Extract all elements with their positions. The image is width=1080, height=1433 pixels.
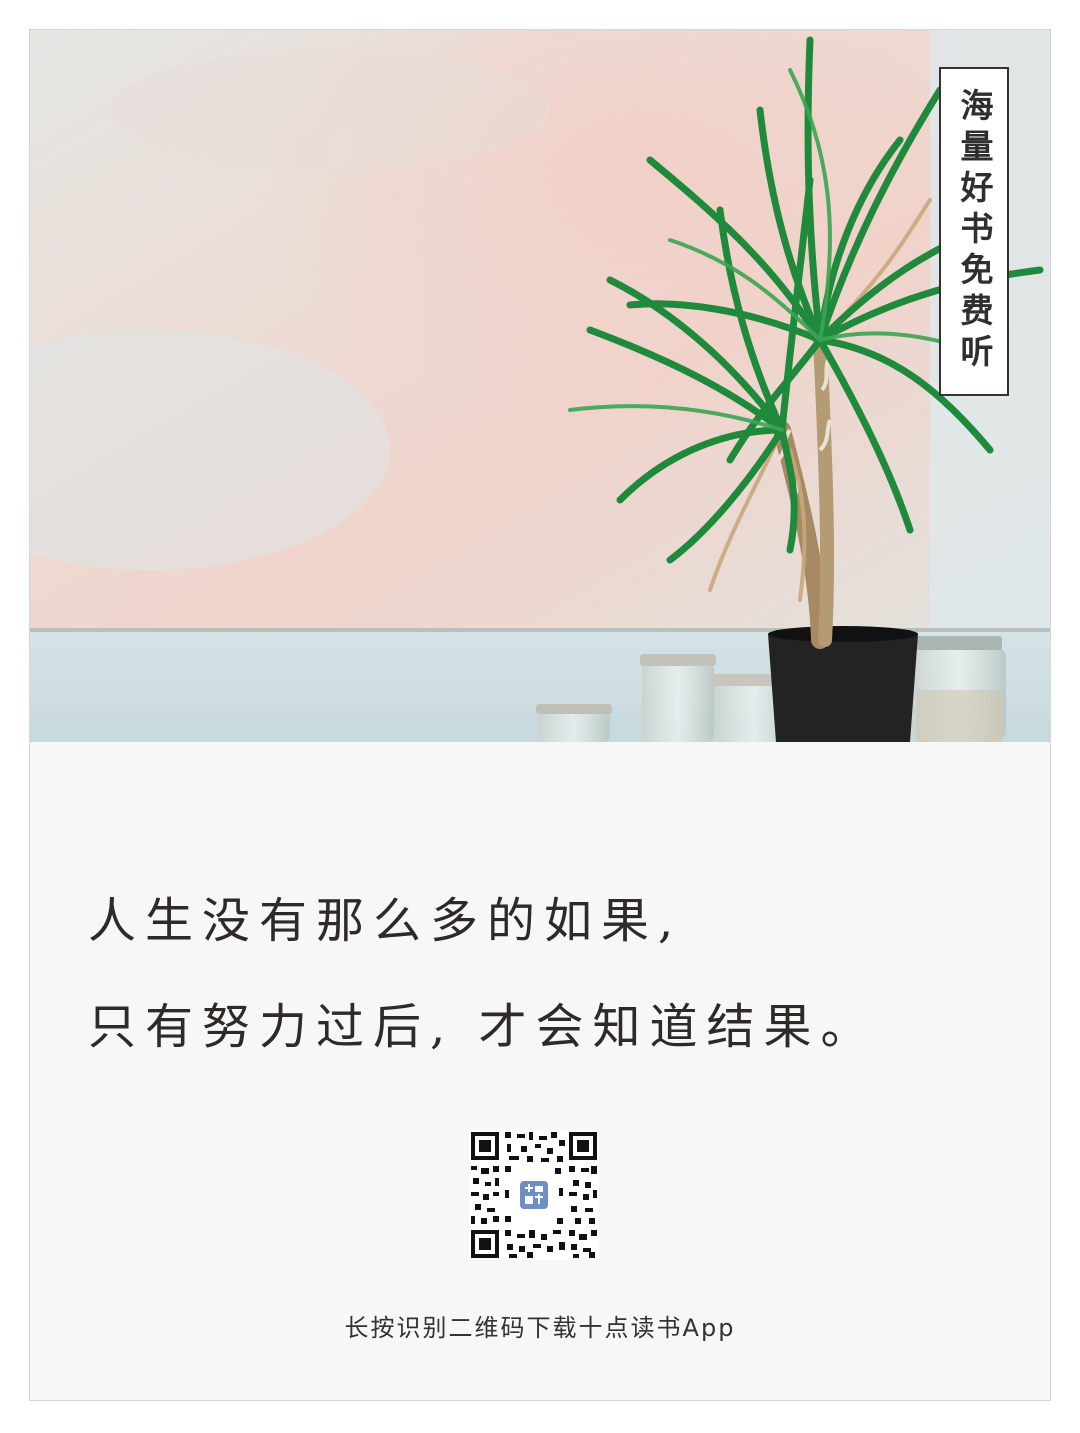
plant-illustration <box>30 30 1050 742</box>
plant-photo <box>30 30 1050 742</box>
poster-card: 海量好书免费听 人生没有那么多的如果, 只有努力过后, 才会知道结果。 长按识别… <box>29 29 1051 1401</box>
qr-code[interactable] <box>469 1130 599 1260</box>
jar-left <box>536 704 612 742</box>
quote-text: 人生没有那么多的如果, 只有努力过后, 才会知道结果。 <box>88 868 1008 1080</box>
quote-line-1: 人生没有那么多的如果, <box>88 893 683 949</box>
qr-finder-bottom-left <box>471 1230 499 1258</box>
badge-text: 海量好书免费听 <box>955 88 994 375</box>
download-caption: 长按识别二维码下载十点读书App <box>344 1314 736 1342</box>
jar-right <box>912 636 1006 742</box>
jar-middle <box>640 654 716 742</box>
qr-finder-top-right <box>569 1132 597 1160</box>
plant-pot <box>768 634 918 742</box>
qr-logo-icon <box>520 1181 548 1209</box>
qr-finder-top-left <box>471 1132 499 1160</box>
quote-line-2: 只有努力过后, 才会知道结果。 <box>88 999 878 1055</box>
free-books-badge: 海量好书免费听 <box>939 67 1009 396</box>
